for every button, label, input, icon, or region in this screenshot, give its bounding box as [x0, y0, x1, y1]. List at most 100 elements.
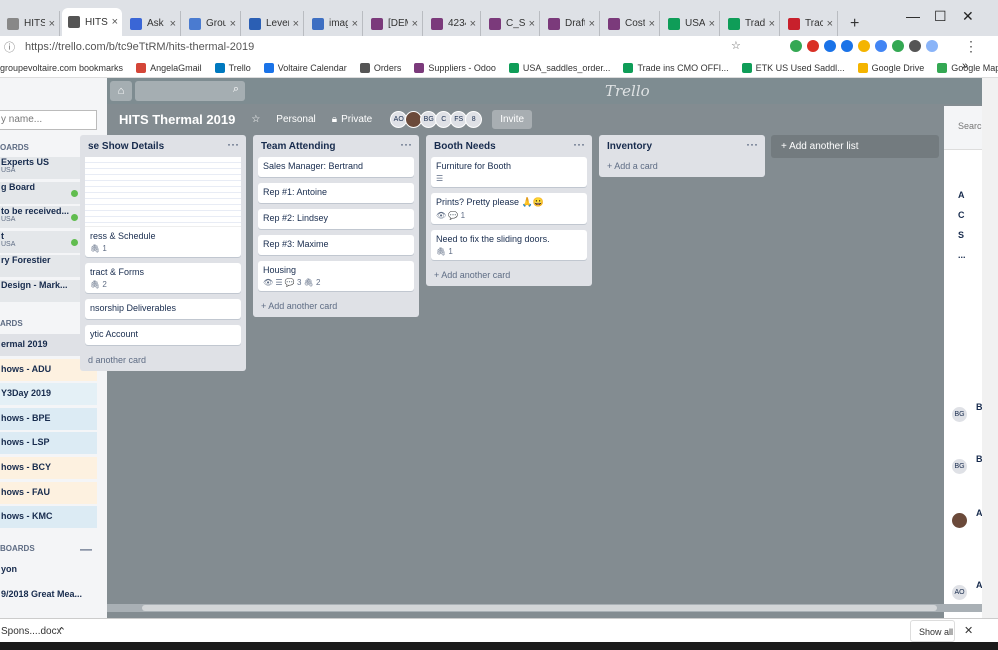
browser-tab[interactable]: Trade ×	[722, 11, 780, 36]
browser-tab[interactable]: HITS T ×	[1, 11, 60, 36]
close-tab-icon[interactable]: ×	[769, 18, 775, 30]
list-menu-icon[interactable]: ···	[746, 137, 758, 151]
browser-tab[interactable]: HITS T ×	[62, 8, 122, 36]
download-item[interactable]: Spons....docx	[1, 626, 62, 637]
board-title[interactable]: HITS Thermal 2019	[119, 112, 235, 127]
bookmark-item[interactable]: groupevoltaire.com bookmarks	[0, 63, 123, 73]
list-menu-icon[interactable]: ···	[400, 137, 412, 151]
bookmark-item[interactable]: Orders	[359, 62, 401, 73]
close-tab-icon[interactable]: ×	[649, 18, 655, 30]
browser-tab[interactable]: C_SO ×	[483, 11, 540, 36]
menu-search-box[interactable]: Searc	[944, 106, 982, 150]
list-header[interactable]: se Show Details ···	[80, 135, 246, 157]
maximize-icon[interactable]: ☐	[934, 8, 947, 25]
bookmark-item[interactable]: USA_saddles_order...	[508, 62, 610, 73]
bookmark-item[interactable]: AngelaGmail	[136, 62, 202, 73]
add-card-button[interactable]: + Add another card	[253, 297, 419, 317]
close-tab-icon[interactable]: ×	[112, 16, 118, 28]
list-card[interactable]: Need to fix the sliding doors. 🖇 1	[431, 230, 587, 260]
bookmark-item[interactable]: Trello	[214, 62, 251, 73]
sidebar-search-input[interactable]: y name...	[0, 110, 97, 130]
close-icon[interactable]: ✕	[964, 624, 973, 637]
list-card[interactable]: Rep #1: Antoine	[258, 183, 414, 203]
browser-tab[interactable]: Ask a ×	[124, 11, 181, 36]
info-icon[interactable]: ⓘ	[4, 39, 15, 55]
add-card-button[interactable]: d another card	[80, 351, 246, 371]
menu-item[interactable]: C	[958, 210, 965, 220]
bookmark-star-icon[interactable]: ☆	[731, 39, 741, 52]
horizontal-scrollbar[interactable]	[107, 604, 982, 612]
bookmark-item[interactable]: Voltaire Calendar	[263, 62, 347, 73]
invite-button[interactable]: Invite	[492, 109, 533, 129]
extension-icon[interactable]	[875, 40, 887, 52]
list-card[interactable]: Rep #3: Maxime	[258, 235, 414, 255]
bookmark-item[interactable]: Trade ins CMO OFFI...	[623, 62, 729, 73]
menu-item[interactable]: S	[958, 230, 964, 240]
trello-logo[interactable]: Trello	[605, 82, 650, 100]
browser-tab[interactable]: image ×	[306, 11, 363, 36]
sidebar-board-item[interactable]: 9/2018 Great Mea...	[0, 583, 97, 606]
show-all-button[interactable]: Show all	[910, 620, 955, 642]
sidebar-board-item[interactable]: hows - FAU	[0, 481, 97, 504]
sidebar-board-item[interactable]: hows - KMC	[0, 506, 97, 529]
extension-icon[interactable]	[909, 40, 921, 52]
member-avatar[interactable]: 8	[465, 110, 483, 128]
extension-icon[interactable]	[807, 40, 819, 52]
list-header[interactable]: Inventory ···	[599, 135, 765, 157]
url-field[interactable]: https://trello.com/b/tc9eTtRM/hits-therm…	[25, 41, 254, 53]
menu-item[interactable]: ...	[958, 250, 966, 260]
new-tab-button[interactable]: +	[850, 15, 859, 33]
list-card[interactable]: Furniture for Booth ☰	[431, 157, 587, 187]
list-header[interactable]: Team Attending ···	[253, 135, 419, 157]
list-card[interactable]: ytic Account	[85, 325, 241, 345]
close-tab-icon[interactable]: ×	[589, 18, 595, 30]
close-tab-icon[interactable]: ×	[49, 18, 55, 30]
close-window-icon[interactable]: ✕	[962, 8, 974, 25]
chevron-up-icon[interactable]: ⌃	[57, 625, 66, 638]
menu-item[interactable]: A	[958, 190, 965, 200]
star-icon[interactable]: ☆	[251, 114, 260, 125]
browser-tab[interactable]: Costs ×	[602, 11, 660, 36]
list-menu-icon[interactable]: ···	[227, 137, 239, 151]
browser-tab[interactable]: 4234 ×	[425, 11, 481, 36]
close-tab-icon[interactable]: ×	[470, 18, 476, 30]
bookmark-item[interactable]: ETK US Used Saddl...	[741, 62, 845, 73]
page-vertical-scrollbar[interactable]	[982, 78, 998, 618]
close-tab-icon[interactable]: ×	[412, 18, 418, 30]
sidebar-board-item[interactable]: hows - BCY	[0, 457, 97, 479]
browser-tab[interactable]: Track ×	[782, 11, 838, 36]
list-card[interactable]: tract & Forms 🖇 2	[85, 263, 241, 293]
add-card-button[interactable]: + Add a card	[599, 157, 765, 177]
close-tab-icon[interactable]: ×	[293, 18, 299, 30]
header-search-input[interactable]: ⌕	[135, 81, 245, 101]
browser-tab[interactable]: Group ×	[183, 11, 241, 36]
browser-tab[interactable]: USA_s ×	[662, 11, 720, 36]
close-tab-icon[interactable]: ×	[170, 18, 176, 30]
list-card[interactable]: ress & Schedule 🖇 1	[85, 157, 241, 257]
sidebar-board-item[interactable]: yon	[0, 559, 97, 581]
browser-tab[interactable]: Draft ×	[542, 11, 600, 36]
list-card[interactable]: Sales Manager: Bertrand	[258, 157, 414, 177]
list-header[interactable]: Booth Needs ···	[426, 135, 592, 157]
bookmarks-more-icon[interactable]: »	[962, 60, 968, 72]
bookmark-item[interactable]: Google Drive	[857, 62, 924, 73]
list-card[interactable]: Prints? Pretty please 🙏😀 👁 💬 1	[431, 193, 587, 224]
sidebar-board-item[interactable]: hows - LSP	[0, 432, 97, 455]
browser-menu-icon[interactable]: ⋮	[964, 38, 978, 55]
collapse-icon[interactable]: —	[80, 542, 92, 556]
list-card[interactable]: Rep #2: Lindsey	[258, 209, 414, 229]
browser-tab[interactable]: [DEMO ×	[365, 11, 423, 36]
close-tab-icon[interactable]: ×	[529, 18, 535, 30]
sidebar-board-item[interactable]: Y3Day 2019	[0, 383, 97, 406]
add-card-button[interactable]: + Add another card	[426, 266, 592, 286]
privacy-button[interactable]: Private	[341, 114, 372, 125]
extension-icon[interactable]	[790, 40, 802, 52]
team-visibility-button[interactable]: Personal	[276, 114, 315, 125]
sidebar-board-item[interactable]: hows - BPE	[0, 407, 97, 430]
scrollbar-thumb[interactable]	[142, 605, 937, 611]
close-tab-icon[interactable]: ×	[352, 18, 358, 30]
close-tab-icon[interactable]: ×	[827, 18, 833, 30]
extension-icon[interactable]	[892, 40, 904, 52]
browser-tab[interactable]: Leveri ×	[243, 11, 304, 36]
extension-icon[interactable]	[858, 40, 870, 52]
